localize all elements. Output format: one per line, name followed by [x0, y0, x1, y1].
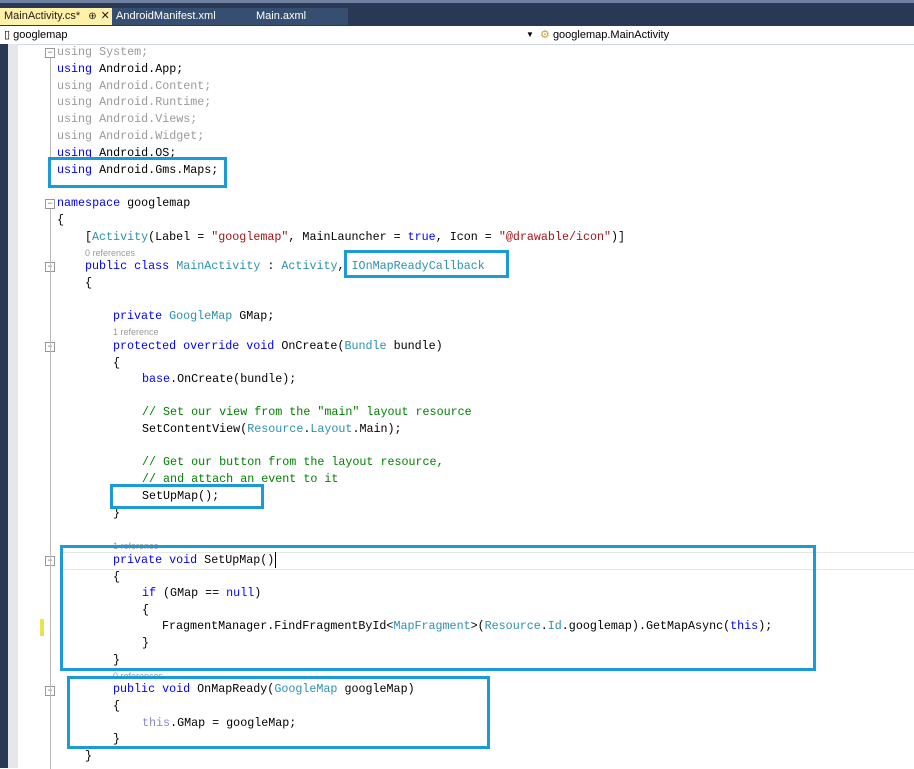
close-icon[interactable]: ✕: [101, 10, 110, 22]
code-token: using Android.Content;: [57, 79, 212, 93]
collapse-icon[interactable]: −: [45, 48, 55, 58]
outline-guide: [50, 352, 51, 517]
code-token: // Get our button from the layout resour…: [142, 455, 444, 469]
code-token: using: [57, 62, 93, 76]
tab-label: MainActivity.cs*: [4, 10, 81, 22]
code-token: GMap;: [232, 309, 275, 323]
highlight-box-using: [48, 157, 227, 188]
window-edge: [0, 44, 8, 768]
outline-guide: [50, 696, 51, 744]
code-line[interactable]: {: [57, 212, 64, 228]
code-token: base: [142, 372, 171, 386]
code-line[interactable]: // Get our button from the layout resour…: [142, 454, 444, 470]
code-line[interactable]: // Set our view from the "main" layout r…: [142, 404, 472, 420]
code-token: {: [57, 213, 65, 227]
code-line[interactable]: namespace googlemap: [57, 195, 190, 211]
class-label: googlemap.MainActivity: [552, 29, 670, 41]
code-line[interactable]: private GoogleMap GMap;: [113, 308, 274, 324]
highlight-box-onmapready: [67, 676, 490, 749]
code-token: Activity: [281, 259, 338, 273]
pin-icon[interactable]: ⊕: [88, 11, 96, 22]
code-line[interactable]: using Android.Content;: [57, 78, 211, 94]
code-line[interactable]: using Android.App;: [57, 61, 183, 77]
code-token: Android.App;: [92, 62, 184, 76]
code-line[interactable]: [Activity(Label = "googlemap", MainLaunc…: [85, 229, 625, 245]
class-dropdown[interactable]: ⚙ googlemap.MainActivity: [540, 26, 669, 44]
change-marker: [40, 619, 44, 636]
code-line[interactable]: using Android.Widget;: [57, 128, 204, 144]
code-token: {: [85, 276, 93, 290]
chevron-down-icon[interactable]: ▼: [526, 26, 534, 44]
code-token: using Android.Runtime;: [57, 95, 212, 109]
codelens-references[interactable]: 1 reference: [113, 326, 159, 338]
code-token: SetContentView(: [142, 422, 248, 436]
class-icon: ⚙: [540, 29, 550, 41]
code-token: )]: [611, 230, 626, 244]
code-token: MainActivity: [176, 259, 261, 273]
code-token: [: [85, 230, 93, 244]
code-line[interactable]: }: [85, 748, 92, 764]
code-token: :: [260, 259, 282, 273]
navigation-bar: ▯ googlemap ▼ ⚙ googlemap.MainActivity: [0, 26, 914, 45]
code-token: , MainLauncher =: [288, 230, 408, 244]
highlight-box-setupmap-call: [110, 484, 264, 509]
code-token: Activity: [92, 230, 149, 244]
project-dropdown[interactable]: ▯ googlemap: [4, 26, 534, 44]
tab-mainactivity[interactable]: MainActivity.cs* ⊕ ✕: [0, 8, 116, 25]
collapse-icon[interactable]: −: [45, 199, 55, 209]
tab-main-axml[interactable]: Main.axml: [252, 8, 348, 25]
code-token: public class: [85, 259, 170, 273]
code-line[interactable]: SetContentView(Resource.Layout.Main);: [142, 421, 402, 437]
code-token: OnCreate(: [274, 339, 345, 353]
code-token: using Android.Views;: [57, 112, 198, 126]
code-token: Resource: [247, 422, 304, 436]
highlight-box-setupmap-method: [60, 545, 816, 671]
code-line[interactable]: using Android.Views;: [57, 111, 197, 127]
code-line[interactable]: {: [113, 355, 120, 371]
code-token: namespace: [57, 196, 121, 210]
code-token: "googlemap": [211, 230, 289, 244]
code-token: "@drawable/icon": [498, 230, 612, 244]
code-line[interactable]: using Android.Runtime;: [57, 94, 211, 110]
code-token: Bundle: [344, 339, 387, 353]
code-token: true: [407, 230, 436, 244]
code-line[interactable]: using System;: [57, 44, 148, 60]
code-token: GoogleMap: [169, 309, 233, 323]
code-token: protected override void: [113, 339, 275, 353]
code-line[interactable]: base.OnCreate(bundle);: [142, 371, 296, 387]
code-token: using Android.Widget;: [57, 129, 205, 143]
code-token: (Label =: [148, 230, 212, 244]
code-token: bundle): [386, 339, 443, 353]
project-label: googlemap: [13, 29, 68, 41]
code-token: googlemap: [120, 196, 191, 210]
code-line[interactable]: {: [85, 275, 92, 291]
code-token: .Main);: [352, 422, 402, 436]
code-token: }: [85, 749, 93, 763]
tab-androidmanifest[interactable]: AndroidManifest.xml: [112, 8, 260, 25]
code-token: private: [113, 309, 163, 323]
title-bar: MainActivity.cs* ⊕ ✕ AndroidManifest.xml M…: [0, 0, 914, 26]
code-token: {: [113, 356, 121, 370]
code-token: // Set our view from the "main" layout r…: [142, 405, 472, 419]
indicator-margin: [8, 44, 18, 768]
code-token: Layout: [310, 422, 353, 436]
highlight-box-interface: [344, 250, 509, 278]
codelens-references[interactable]: 0 references: [85, 247, 135, 259]
outline-guide: [50, 566, 51, 666]
code-token: using System;: [57, 45, 149, 59]
code-token: .OnCreate(bundle);: [170, 372, 297, 386]
code-token: , Icon =: [435, 230, 499, 244]
code-line[interactable]: protected override void OnCreate(Bundle …: [113, 338, 443, 354]
